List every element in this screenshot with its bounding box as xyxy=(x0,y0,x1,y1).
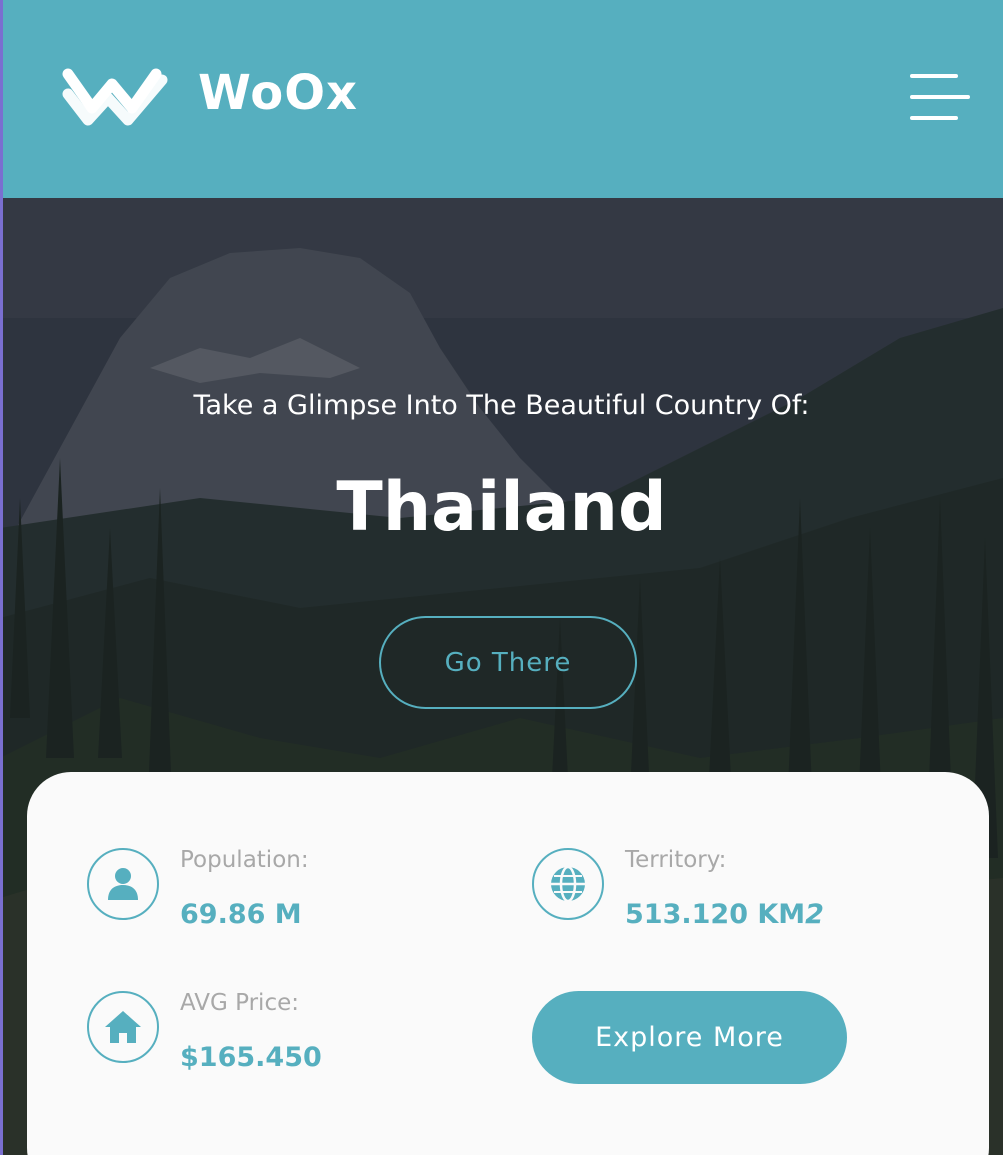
go-there-button[interactable]: Go There xyxy=(379,616,637,709)
territory-value: 513.120 KM2 xyxy=(625,899,824,930)
globe-icon xyxy=(532,848,604,920)
explore-more-button[interactable]: Explore More xyxy=(532,991,847,1084)
avg-price-label: AVG Price: xyxy=(180,990,299,1016)
country-info-card: Population: 69.86 M Territory: 513.120 K… xyxy=(27,772,989,1155)
population-value: 69.86 M xyxy=(180,899,302,930)
hero-title: Thailand xyxy=(336,468,667,547)
woox-logo-icon xyxy=(62,58,168,128)
hamburger-menu-icon[interactable] xyxy=(908,74,970,122)
menu-line xyxy=(910,116,958,120)
territory-value-number: 513.120 KM xyxy=(625,899,806,930)
population-label: Population: xyxy=(180,847,309,873)
site-header: WoOx xyxy=(0,0,1003,198)
brand-logo[interactable]: WoOx xyxy=(62,55,358,131)
hero-subtitle: Take a Glimpse Into The Beautiful Countr… xyxy=(193,390,810,421)
brand-name: WoOx xyxy=(198,65,358,121)
left-edge-bar xyxy=(0,0,3,1155)
avg-price-value: $165.450 xyxy=(180,1042,322,1073)
territory-value-suffix: 2 xyxy=(805,899,824,930)
territory-label: Territory: xyxy=(625,847,727,873)
user-icon xyxy=(87,848,159,920)
menu-line xyxy=(910,74,958,78)
home-icon xyxy=(87,991,159,1063)
menu-line xyxy=(910,95,970,99)
